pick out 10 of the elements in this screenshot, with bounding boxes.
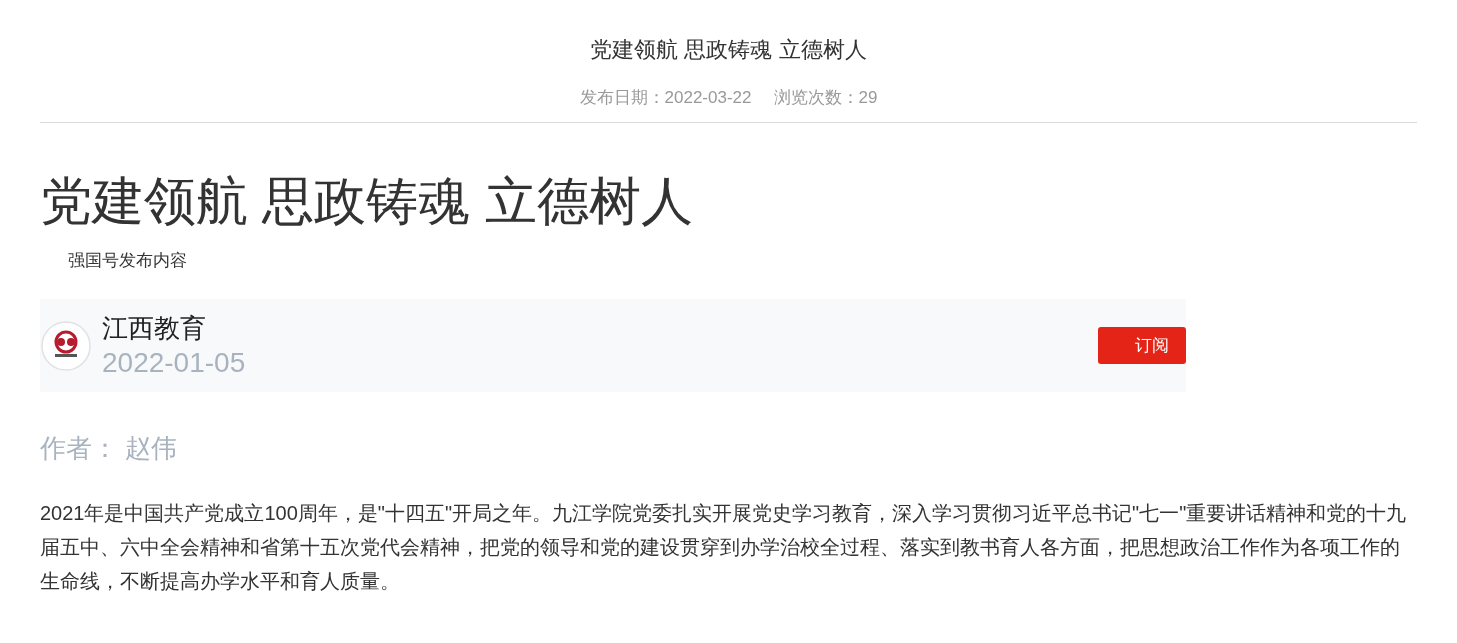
source-label: 强国号发布内容 [68, 250, 188, 272]
view-count: 浏览次数：29 [773, 87, 878, 109]
subscribe-button[interactable]: 订阅 [1098, 327, 1186, 364]
account-name: 江西教育 [102, 311, 207, 345]
publish-date: 发布日期：2022-03-22 [579, 87, 752, 109]
paragraph: 2021年是中国共产党成立100周年，是"十四五"开局之年。九江学院党委扎实开展党史学习教育，深入学习贯彻习近平总书记"七一"重要讲话精神和党的十九届五中、六中全会精神和省第十五次党代会精神，把党的领导和党的建设贯穿到办学治校全过程、落实到教书育人各方面，把思想政治工作作为各项工作的生命线，不断提高办学水平和育人质量。 [40, 501, 1408, 594]
author: 作者： 赵伟 [40, 432, 179, 465]
article-title: 党建领航 思政铸魂 立德树人 [40, 171, 694, 232]
page-title: 党建领航 思政铸魂 立德树人 [590, 36, 867, 64]
account-date: 2022-01-05 [102, 345, 246, 380]
